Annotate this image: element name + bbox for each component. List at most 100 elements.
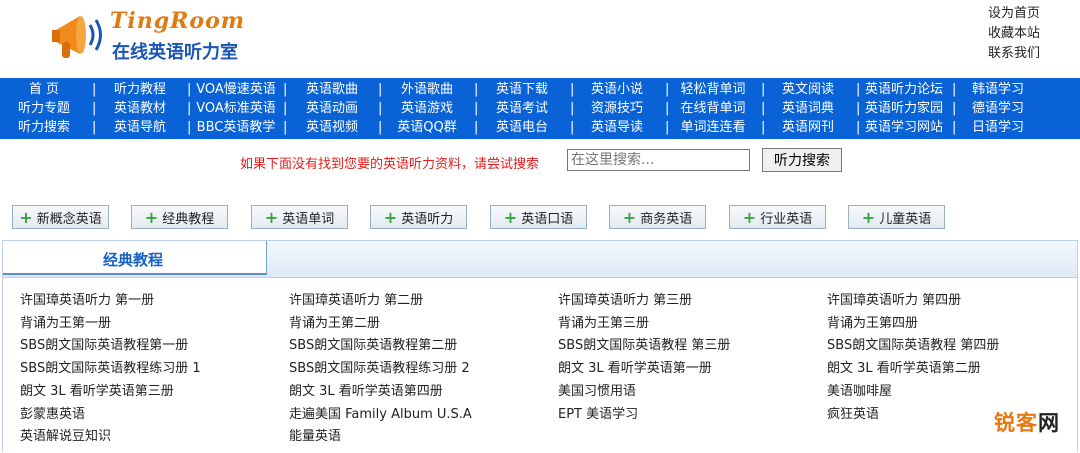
- tutorial-link[interactable]: 背诵为王第三册: [558, 312, 649, 331]
- tutorial-link[interactable]: 能量英语: [289, 425, 341, 444]
- tutorial-link[interactable]: 背诵为王第四册: [827, 312, 918, 331]
- tutorial-link[interactable]: 朗文 3L 看听学英语第三册: [20, 380, 174, 399]
- tutorial-link[interactable]: 英语解说豆知识: [20, 425, 111, 444]
- tutorial-link[interactable]: SBS朗文国际英语教程 第三册: [558, 334, 730, 353]
- nav-link[interactable]: 英语导读: [572, 118, 662, 138]
- category-button[interactable]: + 行业英语: [729, 205, 826, 229]
- tutorial-link[interactable]: 背诵为王第一册: [20, 312, 111, 331]
- nav-link[interactable]: 英语考试: [477, 99, 567, 119]
- nav-separator: |: [665, 120, 670, 135]
- tutorial-link[interactable]: SBS朗文国际英语教程第二册: [289, 334, 457, 353]
- nav-separator: |: [474, 120, 479, 135]
- nav-link[interactable]: 英语游戏: [382, 99, 472, 119]
- category-button[interactable]: + 英语口语: [490, 205, 587, 229]
- nav-link[interactable]: VOA慢速英语: [191, 80, 281, 100]
- nav-link[interactable]: 听力教程: [95, 80, 185, 100]
- nav-link[interactable]: VOA标准英语: [191, 99, 281, 119]
- nav-link[interactable]: 英语下载: [477, 80, 567, 100]
- panel-tab[interactable]: 经典教程: [3, 241, 267, 275]
- contact-us-link[interactable]: 联系我们: [988, 44, 1040, 64]
- nav-row: 听力搜索 英语导航 BBC英语教学 英语视频 英语QQ群 英语电台 英语导读 单词连连看 英语网…: [0, 118, 1080, 138]
- tutorial-link[interactable]: 许国璋英语听力 第四册: [827, 289, 961, 308]
- nav-separator: |: [761, 101, 766, 116]
- plus-icon: +: [144, 208, 159, 227]
- tutorial-link[interactable]: SBS朗文国际英语教程练习册 2: [289, 357, 470, 376]
- nav-link[interactable]: 英语动画: [287, 99, 377, 119]
- tutorial-link[interactable]: 背诵为王第二册: [289, 312, 380, 331]
- tutorial-link[interactable]: 许国璋英语听力 第三册: [558, 289, 692, 308]
- nav-separator: |: [474, 101, 479, 116]
- tutorial-link[interactable]: 许国璋英语听力 第一册: [20, 289, 154, 308]
- category-label: 儿童英语: [879, 212, 932, 227]
- nav-link[interactable]: 英语学习网站: [859, 118, 949, 138]
- tutorial-link[interactable]: 许国璋英语听力 第二册: [289, 289, 423, 308]
- watermark-brand: 锐客: [994, 411, 1038, 435]
- nav-separator: |: [952, 120, 957, 135]
- nav-link[interactable]: 英语听力家园: [859, 99, 949, 119]
- nav-link[interactable]: 英语视频: [287, 118, 377, 138]
- tutorial-link[interactable]: 彭蒙惠英语: [20, 403, 85, 422]
- tutorial-link[interactable]: SBS朗文国际英语教程第一册: [20, 334, 188, 353]
- set-homepage-link[interactable]: 设为首页: [988, 4, 1040, 24]
- nav-separator: |: [187, 82, 192, 97]
- nav-separator: |: [856, 82, 861, 97]
- category-button[interactable]: + 商务英语: [609, 205, 706, 229]
- tutorial-link[interactable]: 朗文 3L 看听学英语第二册: [827, 357, 981, 376]
- top-links: 设为首页 收藏本站 联系我们: [988, 4, 1040, 64]
- nav-separator: |: [952, 82, 957, 97]
- tutorial-link[interactable]: 美国习惯用语: [558, 380, 636, 399]
- tutorial-link[interactable]: SBS朗文国际英语教程 第四册: [827, 334, 999, 353]
- nav-link[interactable]: 英语听力论坛: [859, 80, 949, 100]
- search-button[interactable]: 听力搜索: [762, 148, 842, 172]
- nav-link[interactable]: 英语小说: [572, 80, 662, 100]
- nav-link[interactable]: 在线背单词: [668, 99, 758, 119]
- nav-link[interactable]: 听力搜索: [0, 118, 89, 138]
- category-label: 新概念英语: [36, 212, 102, 227]
- logo-text-chinese: 在线英语听力室: [112, 42, 238, 63]
- search-input[interactable]: [567, 149, 750, 171]
- nav-link[interactable]: 单词连连看: [668, 118, 758, 138]
- tutorial-link[interactable]: EPT 美语学习: [558, 403, 638, 422]
- nav-link[interactable]: 英语网刊: [763, 118, 853, 138]
- megaphone-icon: [52, 16, 102, 58]
- nav-link[interactable]: 英语教材: [95, 99, 185, 119]
- nav-link[interactable]: 日语学习: [953, 118, 1043, 138]
- nav-separator: |: [378, 82, 383, 97]
- bookmark-link[interactable]: 收藏本站: [988, 24, 1040, 44]
- nav-link[interactable]: 英语歌曲: [287, 80, 377, 100]
- category-button[interactable]: + 新概念英语: [12, 205, 109, 229]
- nav-link[interactable]: 英语导航: [95, 118, 185, 138]
- nav-separator: |: [570, 82, 575, 97]
- nav-separator: |: [665, 101, 670, 116]
- tutorial-link[interactable]: 朗文 3L 看听学英语第一册: [558, 357, 712, 376]
- main-nav: 首 页听力教程 VOA慢速英语 英语歌曲 外语歌曲 英语下载 英语小说 轻松背单词 英文阅读英…: [0, 78, 1080, 139]
- tutorial-link[interactable]: 朗文 3L 看听学英语第四册: [289, 380, 443, 399]
- nav-link[interactable]: 首 页: [0, 80, 89, 100]
- nav-separator: |: [761, 120, 766, 135]
- category-button[interactable]: + 儿童英语: [848, 205, 945, 229]
- tutorial-link[interactable]: 走遍美国 Family Album U.S.A: [289, 403, 472, 422]
- tutorial-link[interactable]: 美语咖啡屋: [827, 380, 892, 399]
- nav-link[interactable]: 资源技巧: [572, 99, 662, 119]
- tutorial-link[interactable]: 疯狂英语: [827, 403, 879, 422]
- nav-link[interactable]: 英语词典: [763, 99, 853, 119]
- nav-link[interactable]: 听力专题: [0, 99, 89, 119]
- nav-separator: |: [283, 82, 288, 97]
- plus-icon: +: [861, 208, 876, 227]
- category-button[interactable]: + 英语单词: [251, 205, 348, 229]
- nav-row: 听力专题 英语教材 VOA标准英语 英语动画 英语游戏 英语考试 资源技巧 在线背单词 英语词典…: [0, 99, 1080, 119]
- nav-link[interactable]: 韩语学习: [953, 80, 1043, 100]
- plus-icon: +: [264, 208, 279, 227]
- panel-header: 经典教程: [3, 241, 1077, 278]
- nav-link[interactable]: 英语电台: [477, 118, 567, 138]
- tutorial-link[interactable]: SBS朗文国际英语教程练习册 1: [20, 357, 201, 376]
- nav-link[interactable]: BBC英语教学: [191, 118, 281, 138]
- nav-link[interactable]: 轻松背单词: [668, 80, 758, 100]
- nav-link[interactable]: 英文阅读: [763, 80, 853, 100]
- nav-link[interactable]: 英语QQ群: [382, 118, 472, 138]
- category-button[interactable]: + 经典教程: [131, 205, 228, 229]
- nav-link[interactable]: 德语学习: [953, 99, 1043, 119]
- nav-link[interactable]: 外语歌曲: [382, 80, 472, 100]
- site-logo[interactable]: TingRoom 在线英语听力室: [50, 6, 250, 66]
- category-button[interactable]: + 英语听力: [370, 205, 467, 229]
